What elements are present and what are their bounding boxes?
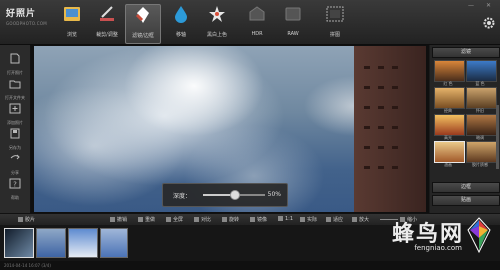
filmstrip-toggle[interactable]: 胶片 [18,216,35,223]
zoom-in-icon [352,217,357,222]
filter-thumb[interactable] [434,60,465,82]
save-as-icon [10,128,20,139]
open-photo-icon [10,53,20,64]
help-icon: ? [9,178,21,189]
sidebar-item-help[interactable]: ? 帮助 [2,174,28,200]
open-folder-icon [9,80,21,89]
section-frame[interactable]: 边框 [432,182,500,193]
hummingbird-logo-icon [467,217,491,254]
rotate-icon [222,217,227,222]
app-logo: 好照片 GOODPHOTO.COM [6,6,54,32]
filter-thumb[interactable] [466,141,497,163]
panel-scrollbar[interactable] [496,105,499,169]
tool-collage[interactable]: 拼图 [318,4,352,42]
add-photo-icon [9,103,21,114]
tool-filter-frame[interactable]: 滤镜/边框 [125,4,161,44]
building [354,46,426,212]
tool-raw[interactable]: RAW [276,4,310,42]
top-toolbar: 好照片 GOODPHOTO.COM 浏览 裁剪/调整 滤镜/边框 移轴 黑白上色… [0,0,500,45]
hdr-icon [249,6,265,21]
compare-icon [194,217,199,222]
fullscreen-icon [166,217,171,222]
compare-button[interactable]: 对比 [194,216,211,223]
status-text: 2014-04-14 16:07 (3/4) [4,263,51,268]
film-thumb[interactable] [36,228,66,258]
mirror-icon [250,217,255,222]
film-thumb[interactable] [68,228,98,258]
zoom-in-button[interactable]: 放大 [352,216,369,223]
redo-button[interactable]: 重做 [138,216,155,223]
sidebar-item-open-photo[interactable]: 打开照片 [2,49,28,75]
app-title: 好照片 [6,9,37,19]
real-button[interactable]: 实际 [300,216,317,223]
tilt-shift-icon [175,6,187,23]
depth-slider[interactable] [203,190,265,200]
chevron-down-icon [18,217,23,222]
fit-button[interactable]: 适应 [326,216,343,223]
section-filter[interactable]: 滤镜 [432,47,500,58]
sidebar-item-save-as[interactable]: 另存为 [2,124,28,150]
svg-text:?: ? [13,181,17,189]
real-size-icon [300,217,305,222]
rotate-button[interactable]: 旋转 [222,216,239,223]
filter-thumb-selected[interactable] [434,141,465,163]
undo-button[interactable]: 撤销 [110,216,127,223]
right-panel: 滤镜 红 色 蓝 色 经典 怀旧 高光 暗调 油画 胶片质感 边框 贴画 [430,45,500,213]
film-thumb[interactable] [100,228,128,258]
colorize-icon [209,6,225,22]
filter-thumb[interactable] [434,114,465,136]
fit-icon [326,217,331,222]
section-sticker[interactable]: 贴画 [432,195,500,206]
sidebar-item-add-photo[interactable]: 添加照片 [2,99,28,125]
raw-icon [285,7,301,21]
depth-slider-knob[interactable] [230,190,240,200]
tool-hdr[interactable]: HDR [240,4,274,42]
tool-browse[interactable]: 浏览 [55,4,89,42]
status-bar: 2014-04-14 16:07 (3/4) [0,261,500,270]
tool-crop-adjust[interactable]: 裁剪/调整 [90,4,124,42]
depth-slider-panel: 深度： 50% [162,183,288,207]
tool-colorize[interactable]: 黑白上色 [200,4,234,42]
watermark-url: fengniao.com [414,244,462,252]
tool-tilt-shift[interactable]: 移轴 [164,4,198,42]
mirror-button[interactable]: 镜像 [250,216,267,223]
depth-label: 深度： [173,193,192,200]
left-sidebar: 打开照片 打开文件夹 添加照片 另存为 分享 ? 帮助 [0,45,31,213]
watermark: 蜂鸟网 fengniao.com [374,210,494,260]
actual-size-button[interactable]: 1:1 [278,216,293,222]
gear-icon[interactable] [482,16,496,30]
depth-value: 50% [267,191,281,198]
filter-thumb[interactable] [466,114,497,136]
filter-thumb[interactable] [434,87,465,109]
fullscreen-button[interactable]: 全屏 [166,216,183,223]
ratio-icon [278,216,283,221]
browse-icon [64,7,80,21]
collage-icon [326,6,344,22]
minimize-button[interactable]: — [468,2,474,9]
sidebar-item-share[interactable]: 分享 [2,149,28,175]
close-button[interactable]: ✕ [486,2,491,9]
filter-thumb[interactable] [466,60,497,82]
film-thumb-selected[interactable] [4,228,34,258]
filter-thumb[interactable] [466,87,497,109]
sidebar-item-open-folder[interactable]: 打开文件夹 [2,74,28,100]
crop-adjust-icon [100,6,114,21]
filter-frame-icon [135,7,149,23]
share-icon [10,154,20,160]
undo-icon [110,217,115,222]
app-subtitle: GOODPHOTO.COM [6,21,48,26]
redo-icon [138,217,143,222]
